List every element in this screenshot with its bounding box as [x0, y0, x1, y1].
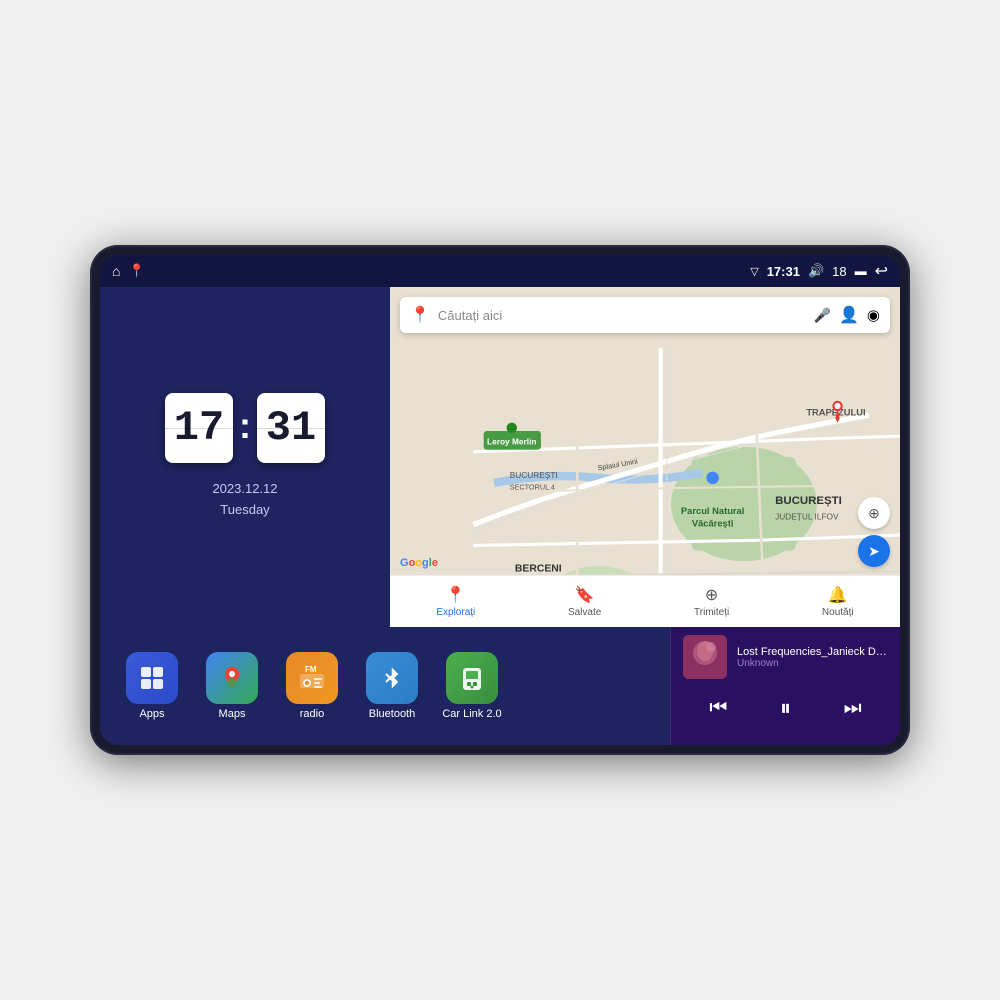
map-panel[interactable]: Parcul Natural Văcărești Leroy Merlin TR… — [390, 287, 900, 627]
app-item-bluetooth[interactable]: Bluetooth — [356, 652, 428, 720]
flip-clock: 17 : 31 — [165, 393, 325, 463]
app-item-maps[interactable]: Maps — [196, 652, 268, 720]
app-item-apps[interactable]: Apps — [116, 652, 188, 720]
map-nav-saved[interactable]: 🔖 Salvate — [568, 585, 601, 618]
send-icon: ⊕ — [705, 585, 718, 605]
layers-icon[interactable]: ◉ — [867, 306, 880, 324]
music-title: Lost Frequencies_Janieck Devy-... — [737, 646, 888, 658]
status-right-info: ▽ 17:31 🔊 18 ▬ ↩ — [750, 261, 888, 281]
map-bottom-nav: 📍 Explorați 🔖 Salvate ⊕ Trimiteți 🔔 — [390, 575, 900, 627]
svg-text:BERCENI: BERCENI — [515, 563, 562, 574]
top-section: 17 : 31 2023.12.12 Tuesday — [100, 287, 900, 627]
news-icon: 🔔 — [828, 585, 848, 605]
back-icon[interactable]: ↩ — [875, 261, 888, 281]
map-search-input[interactable]: Căutați aici — [438, 308, 806, 323]
my-location-button[interactable]: ⊕ — [858, 497, 890, 529]
prev-button[interactable]: ⏮ — [701, 693, 735, 724]
svg-text:BUCUREȘTI: BUCUREȘTI — [775, 495, 842, 507]
music-text: Lost Frequencies_Janieck Devy-... Unknow… — [737, 646, 888, 669]
next-button[interactable]: ⏭ — [836, 693, 870, 724]
clock-panel: 17 : 31 2023.12.12 Tuesday — [100, 287, 390, 627]
main-content: 17 : 31 2023.12.12 Tuesday — [100, 287, 900, 745]
explore-label: Explorați — [436, 607, 475, 618]
svg-text:Parcul Natural: Parcul Natural — [681, 506, 744, 516]
music-artist: Unknown — [737, 658, 888, 669]
device-screen: ⌂ 📍 ▽ 17:31 🔊 18 ▬ ↩ 17 : — [100, 255, 900, 745]
voice-search-icon[interactable]: 🎤 — [814, 307, 831, 324]
svg-text:SECTORUL 4: SECTORUL 4 — [510, 482, 555, 491]
bottom-section: Apps Maps — [100, 627, 900, 745]
saved-icon: 🔖 — [575, 585, 595, 605]
volume-icon: 🔊 — [808, 263, 824, 279]
send-label: Trimiteți — [694, 607, 729, 618]
maps-label: Maps — [219, 708, 246, 720]
music-info: Lost Frequencies_Janieck Devy-... Unknow… — [683, 635, 888, 679]
play-pause-button[interactable]: ⏸ — [772, 691, 799, 725]
navigation-button[interactable]: ➤ — [858, 535, 890, 567]
svg-text:FM: FM — [305, 665, 317, 674]
status-bar: ⌂ 📍 ▽ 17:31 🔊 18 ▬ ↩ — [100, 255, 900, 287]
svg-text:BUCUREȘTI: BUCUREȘTI — [510, 470, 558, 480]
clock-hours: 17 — [165, 393, 233, 463]
apps-icon — [126, 652, 178, 704]
map-search-controls: 🎤 👤 ◉ — [814, 305, 880, 325]
signal-icon: ▽ — [750, 265, 758, 278]
google-logo: Google — [400, 557, 438, 569]
apps-area: Apps Maps — [100, 627, 670, 745]
radio-label: radio — [300, 708, 324, 720]
battery-level: 18 — [832, 264, 846, 279]
map-search-bar[interactable]: 📍 Căutați aici 🎤 👤 ◉ — [400, 297, 890, 333]
device-body: ⌂ 📍 ▽ 17:31 🔊 18 ▬ ↩ 17 : — [90, 245, 910, 755]
status-left-icons: ⌂ 📍 — [112, 263, 145, 279]
carlink-icon — [446, 652, 498, 704]
apps-label: Apps — [139, 708, 164, 720]
maps-status-icon[interactable]: 📍 — [128, 263, 144, 279]
music-controls: ⏮ ⏸ ⏭ — [683, 691, 888, 725]
maps-icon — [206, 652, 258, 704]
radio-icon: FM — [286, 652, 338, 704]
svg-text:JUDEȚUL ILFOV: JUDEȚUL ILFOV — [775, 511, 839, 521]
music-player: Lost Frequencies_Janieck Devy-... Unknow… — [670, 627, 900, 745]
account-icon[interactable]: 👤 — [839, 305, 859, 325]
album-art — [683, 635, 727, 679]
bluetooth-label: Bluetooth — [369, 708, 415, 720]
svg-text:Leroy Merlin: Leroy Merlin — [487, 437, 536, 447]
home-icon[interactable]: ⌂ — [112, 263, 120, 279]
battery-icon: ▬ — [855, 264, 867, 278]
app-item-carlink[interactable]: Car Link 2.0 — [436, 652, 508, 720]
time-display: 17:31 — [767, 264, 800, 279]
clock-minutes: 31 — [257, 393, 325, 463]
map-controls: ⊕ ➤ — [858, 497, 890, 567]
app-item-radio[interactable]: FM radio — [276, 652, 348, 720]
saved-label: Salvate — [568, 607, 601, 618]
map-nav-explore[interactable]: 📍 Explorați — [436, 585, 475, 618]
map-search-pin-icon: 📍 — [410, 305, 430, 325]
clock-colon: : — [239, 405, 251, 447]
map-nav-send[interactable]: ⊕ Trimiteți — [694, 585, 729, 618]
map-nav-news[interactable]: 🔔 Noutăți — [822, 585, 854, 618]
bluetooth-icon — [366, 652, 418, 704]
svg-text:Văcărești: Văcărești — [692, 519, 734, 529]
explore-icon: 📍 — [446, 585, 466, 605]
carlink-label: Car Link 2.0 — [442, 708, 501, 720]
news-label: Noutăți — [822, 607, 854, 618]
clock-date: 2023.12.12 Tuesday — [212, 479, 277, 521]
